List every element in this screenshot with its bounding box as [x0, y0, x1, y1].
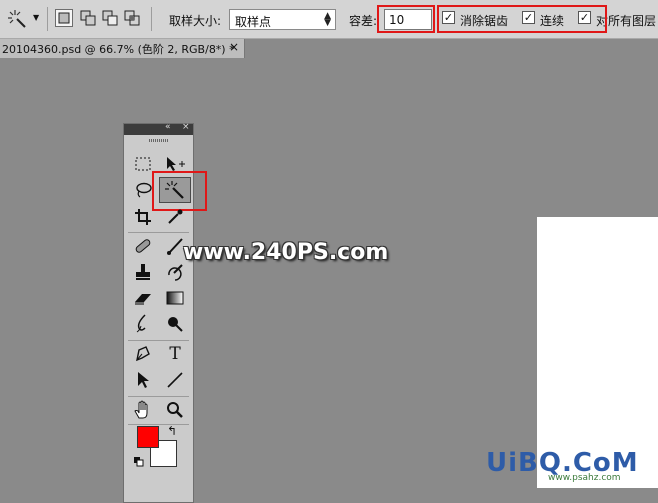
- path-selection-icon: [138, 372, 149, 388]
- divider: [128, 396, 189, 397]
- bandage-icon: [135, 239, 151, 253]
- line-tool[interactable]: [164, 370, 186, 390]
- history-brush-tool[interactable]: [164, 262, 186, 282]
- drop-icon: [136, 314, 146, 333]
- foreground-color-swatch[interactable]: [137, 426, 159, 448]
- rectangular-marquee-tool[interactable]: [132, 154, 154, 174]
- add-selection-icon: [80, 10, 96, 26]
- sample-size-label: 取样大小:: [169, 14, 222, 28]
- lasso-tool[interactable]: [132, 180, 154, 200]
- intersect-selection-button[interactable]: [123, 9, 141, 27]
- lasso-icon: [136, 182, 152, 198]
- collapse-icon[interactable]: «: [165, 122, 171, 132]
- type-tool[interactable]: T: [164, 344, 186, 364]
- gradient-icon: [166, 291, 184, 305]
- sample-size-value: 取样点: [235, 15, 272, 29]
- divider: [128, 340, 189, 341]
- close-icon[interactable]: ×: [229, 40, 239, 54]
- panel-header[interactable]: « ×: [124, 122, 193, 135]
- divider: [47, 7, 48, 31]
- zoom-tool[interactable]: [164, 400, 186, 420]
- dodge-tool[interactable]: [164, 314, 186, 334]
- divider: [128, 232, 189, 233]
- marquee-icon: [135, 157, 151, 171]
- gradient-tool[interactable]: [164, 288, 186, 308]
- eraser-icon: [135, 294, 151, 305]
- highlight-box: [437, 5, 607, 33]
- magic-wand-icon: [8, 10, 26, 28]
- options-bar: ▼ 取样大小: 取样点 ▲ ▼ 容差: 10 ✓ 消除锯齿 ✓ 连续 ✓ 对所有图…: [0, 0, 658, 39]
- pen-tool[interactable]: [132, 344, 154, 364]
- close-icon[interactable]: ×: [182, 122, 190, 132]
- divider: [128, 424, 189, 425]
- watermark-240ps: www.240PS.com: [183, 240, 389, 265]
- history-brush-icon: [168, 264, 183, 281]
- brush-icon: [167, 238, 183, 255]
- divider: [151, 7, 152, 31]
- eyedropper-icon: [168, 209, 183, 224]
- new-selection-button[interactable]: [55, 9, 73, 27]
- move-icon: [167, 157, 185, 171]
- eraser-tool[interactable]: [132, 288, 154, 308]
- blur-tool[interactable]: [132, 314, 154, 334]
- path-selection-tool[interactable]: [132, 370, 154, 390]
- clone-stamp-tool[interactable]: [132, 262, 154, 282]
- add-to-selection-button[interactable]: [79, 9, 97, 27]
- hand-tool[interactable]: [132, 400, 154, 420]
- default-colors-icon[interactable]: [134, 457, 144, 467]
- swap-colors-icon[interactable]: ↰: [167, 424, 177, 438]
- tolerance-label: 容差:: [349, 14, 378, 28]
- crop-icon: [135, 209, 151, 225]
- crop-tool[interactable]: [132, 207, 154, 227]
- spot-healing-brush-tool[interactable]: [132, 236, 154, 256]
- new-selection-icon: [58, 12, 70, 24]
- highlight-box: [377, 5, 435, 33]
- subtract-from-selection-button[interactable]: [101, 9, 119, 27]
- watermark-psahz: www.psahz.com: [548, 473, 621, 483]
- updown-arrows-icon: ▲ ▼: [324, 11, 331, 28]
- document-tab-title: 20104360.psd @ 66.7% (色阶 2, RGB/8*) *: [2, 43, 235, 56]
- pen-icon: [136, 346, 150, 362]
- hand-icon: [134, 400, 148, 419]
- zoom-icon: [167, 402, 183, 418]
- subtract-selection-icon: [102, 10, 118, 26]
- sample-size-select[interactable]: 取样点 ▲ ▼: [229, 9, 336, 30]
- type-icon: T: [169, 344, 181, 364]
- stamp-icon: [136, 264, 150, 280]
- document-tab[interactable]: 20104360.psd @ 66.7% (色阶 2, RGB/8*) * ×: [0, 39, 245, 58]
- tool-preset-picker[interactable]: ▼: [6, 8, 42, 30]
- intersect-selection-icon: [124, 10, 140, 26]
- line-icon: [167, 372, 183, 388]
- dodge-icon: [168, 317, 183, 332]
- chevron-down-icon: ▼: [33, 13, 40, 22]
- highlight-box: [152, 171, 207, 211]
- panel-grip[interactable]: [149, 139, 169, 142]
- document-tab-bar: 20104360.psd @ 66.7% (色阶 2, RGB/8*) * ×: [0, 39, 658, 58]
- eyedropper-tool[interactable]: [164, 207, 186, 227]
